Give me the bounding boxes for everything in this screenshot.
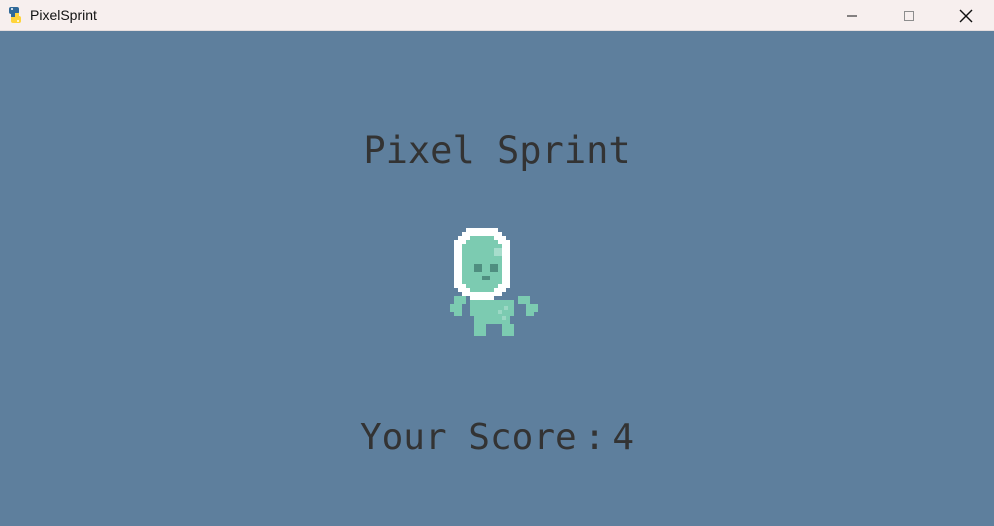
- score-value: 4: [612, 417, 635, 458]
- score-separator: :: [583, 417, 606, 458]
- maximize-button[interactable]: [880, 0, 937, 31]
- window-controls: [823, 0, 994, 31]
- app-window: PixelSprint Pixel Sprint Your Score: 4: [0, 0, 994, 526]
- close-icon: [959, 9, 972, 22]
- maximize-icon: [903, 10, 914, 21]
- minimize-icon: [846, 15, 857, 16]
- score-display: Your Score:4: [0, 412, 994, 464]
- astronaut-alien-sprite: [450, 228, 538, 336]
- window-title: PixelSprint: [30, 7, 97, 23]
- python-snake-icon: [9, 7, 21, 23]
- minimize-button[interactable]: [823, 0, 880, 31]
- close-button[interactable]: [937, 0, 994, 31]
- window-titlebar[interactable]: PixelSprint: [0, 0, 994, 31]
- score-label: Your Score: [359, 417, 577, 458]
- game-title: Pixel Sprint: [363, 129, 631, 172]
- game-canvas[interactable]: Pixel Sprint Your Score: 4: [0, 31, 994, 526]
